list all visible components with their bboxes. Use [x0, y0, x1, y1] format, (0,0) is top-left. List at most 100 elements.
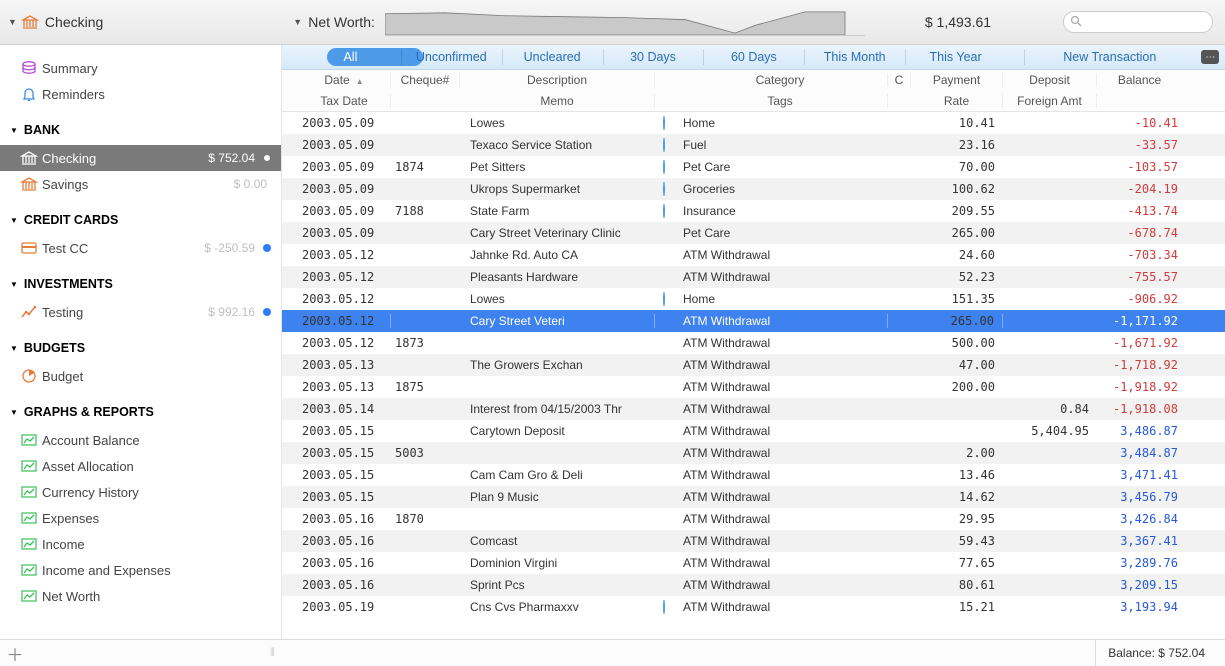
col-payment[interactable]: Payment — [911, 73, 1003, 87]
sidebar-item[interactable]: Currency History — [0, 479, 281, 505]
search-field[interactable] — [1063, 11, 1213, 33]
sidebar-item[interactable]: Testing$ 992.16 — [0, 299, 281, 325]
sidebar-item[interactable]: Asset Allocation — [0, 453, 281, 479]
cell-category: ATM Withdrawal — [673, 424, 888, 438]
settings-button[interactable]: ⋯ — [1196, 45, 1225, 69]
cell-balance: -755.57 — [1097, 270, 1182, 284]
table-row[interactable]: 2003.05.13The Growers ExchanATM Withdraw… — [282, 354, 1225, 376]
table-row[interactable]: 2003.05.09Cary Street Veterinary ClinicP… — [282, 222, 1225, 244]
sidebar-section-header[interactable]: ▼INVESTMENTS — [0, 269, 281, 299]
col-c[interactable]: C — [888, 73, 911, 87]
sidebar-item[interactable]: Summary — [0, 55, 281, 81]
table-row[interactable]: 2003.05.09Ukrops SupermarketGroceries100… — [282, 178, 1225, 200]
net-worth-sparkline — [385, 8, 865, 36]
table-row[interactable]: 2003.05.16ComcastATM Withdrawal59.433,36… — [282, 530, 1225, 552]
col-description[interactable]: Description — [460, 73, 655, 87]
col-foreign[interactable]: Foreign Amt — [1003, 94, 1097, 108]
table-row[interactable]: 2003.05.155003ATM Withdrawal2.003,484.87 — [282, 442, 1225, 464]
summary-icon — [20, 60, 42, 76]
col-memo[interactable]: Memo — [460, 94, 655, 108]
filter-tab[interactable]: All — [300, 45, 401, 69]
sidebar-item[interactable]: Test CC$ -250.59 — [0, 235, 281, 261]
table-row[interactable]: 2003.05.16Dominion VirginiATM Withdrawal… — [282, 552, 1225, 574]
table-row[interactable]: 2003.05.097188State FarmInsurance209.55-… — [282, 200, 1225, 222]
table-row[interactable]: 2003.05.15Plan 9 MusicATM Withdrawal14.6… — [282, 486, 1225, 508]
status-circle-icon — [663, 204, 665, 218]
new-transaction-button[interactable]: New Transaction — [1024, 45, 1196, 69]
table-row[interactable]: 2003.05.15Carytown DepositATM Withdrawal… — [282, 420, 1225, 442]
bank-icon — [21, 14, 39, 30]
search-input[interactable] — [1063, 11, 1213, 33]
filter-tab[interactable]: This Year — [905, 45, 1006, 69]
sidebar-item[interactable]: Reminders — [0, 81, 281, 107]
sidebar-item-amount: $ -250.59 — [204, 241, 259, 255]
table-row[interactable]: 2003.05.12Cary Street VeteriATM Withdraw… — [282, 310, 1225, 332]
cell-payment: 265.00 — [911, 226, 1003, 240]
balance-display: Balance: $ 752.04 — [1095, 640, 1225, 666]
col-taxdate[interactable]: Tax Date — [298, 94, 391, 108]
col-date[interactable]: Date▲ — [298, 73, 391, 87]
table-row[interactable]: 2003.05.15Cam Cam Gro & DeliATM Withdraw… — [282, 464, 1225, 486]
table-row[interactable]: 2003.05.131875ATM Withdrawal200.00-1,918… — [282, 376, 1225, 398]
cell-category: Home — [673, 116, 888, 130]
sidebar-item[interactable]: Savings$ 0.00 — [0, 171, 281, 197]
split-handle[interactable]: ⦀ — [270, 647, 276, 660]
sidebar-section-header[interactable]: ▼GRAPHS & REPORTS — [0, 397, 281, 427]
sidebar-section-header[interactable]: ▼BUDGETS — [0, 333, 281, 363]
sidebar-item[interactable]: Income — [0, 531, 281, 557]
table-row[interactable]: 2003.05.19Cns Cvs PharmaxxvATM Withdrawa… — [282, 596, 1225, 618]
col-balance[interactable]: Balance — [1097, 73, 1182, 87]
table-row[interactable]: 2003.05.12LowesHome151.35-906.92 — [282, 288, 1225, 310]
cell-description: Texaco Service Station — [460, 138, 655, 152]
sidebar-item[interactable]: Account Balance — [0, 427, 281, 453]
sidebar-item-label: Testing — [42, 305, 208, 320]
table-row[interactable]: 2003.05.12Pleasants HardwareATM Withdraw… — [282, 266, 1225, 288]
table-row[interactable]: 2003.05.16Sprint PcsATM Withdrawal80.613… — [282, 574, 1225, 596]
sidebar-item[interactable]: Checking$ 752.04 — [0, 145, 281, 171]
sidebar-item[interactable]: Net Worth — [0, 583, 281, 609]
status-dot-icon — [263, 244, 271, 252]
col-category[interactable]: Category — [673, 73, 888, 87]
sort-indicator-icon: ▲ — [356, 77, 364, 86]
table-row[interactable]: 2003.05.09LowesHome10.41-10.41 — [282, 112, 1225, 134]
account-dropdown-caret[interactable]: ▼ — [8, 17, 17, 27]
add-button[interactable]: ＋ — [0, 641, 30, 666]
sidebar-item-label: Income — [42, 537, 271, 552]
col-cheque[interactable]: Cheque# — [391, 73, 460, 87]
sidebar-item-label: Net Worth — [42, 589, 271, 604]
cell-date: 2003.05.12 — [298, 248, 391, 262]
status-circle-icon — [663, 160, 665, 174]
table-row[interactable]: 2003.05.12Jahnke Rd. Auto CAATM Withdraw… — [282, 244, 1225, 266]
filter-tab[interactable]: This Month — [804, 45, 905, 69]
networth-dropdown-caret[interactable]: ▼ — [293, 17, 302, 27]
cell-payment: 70.00 — [911, 160, 1003, 174]
sidebar-item[interactable]: Income and Expenses — [0, 557, 281, 583]
table-header: Date▲ Cheque# Description Category C Pay… — [282, 70, 1225, 112]
section-title: BUDGETS — [24, 341, 85, 355]
cell-cheque: 1873 — [391, 336, 460, 350]
col-rate[interactable]: Rate — [911, 94, 1003, 108]
filter-tab[interactable]: Unconfirmed — [401, 45, 502, 69]
filter-tab[interactable]: Uncleared — [502, 45, 603, 69]
sidebar-item-label: Summary — [42, 61, 271, 76]
sidebar-item-amount: $ 0.00 — [234, 177, 271, 191]
filter-tab[interactable]: 60 Days — [703, 45, 804, 69]
transactions-table[interactable]: 2003.05.09LowesHome10.41-10.412003.05.09… — [282, 112, 1225, 639]
cell-balance: -204.19 — [1097, 182, 1182, 196]
cell-balance: 3,484.87 — [1097, 446, 1182, 460]
col-deposit[interactable]: Deposit — [1003, 73, 1097, 87]
sidebar-item[interactable]: Budget — [0, 363, 281, 389]
sidebar-item[interactable]: Expenses — [0, 505, 281, 531]
table-row[interactable]: 2003.05.14Interest from 04/15/2003 ThrAT… — [282, 398, 1225, 420]
col-tags[interactable]: Tags — [673, 94, 888, 108]
sidebar-section-header[interactable]: ▼CREDIT CARDS — [0, 205, 281, 235]
sidebar-section-header[interactable]: ▼BANK — [0, 115, 281, 145]
account-name[interactable]: Checking — [45, 14, 103, 30]
filter-tab[interactable]: 30 Days — [603, 45, 704, 69]
table-row[interactable]: 2003.05.121873ATM Withdrawal500.00-1,671… — [282, 332, 1225, 354]
table-row[interactable]: 2003.05.09Texaco Service StationFuel23.1… — [282, 134, 1225, 156]
table-row[interactable]: 2003.05.161870ATM Withdrawal29.953,426.8… — [282, 508, 1225, 530]
sidebar-item-amount: $ 992.16 — [208, 305, 259, 319]
table-row[interactable]: 2003.05.091874Pet SittersPet Care70.00-1… — [282, 156, 1225, 178]
cell-date: 2003.05.16 — [298, 512, 391, 526]
